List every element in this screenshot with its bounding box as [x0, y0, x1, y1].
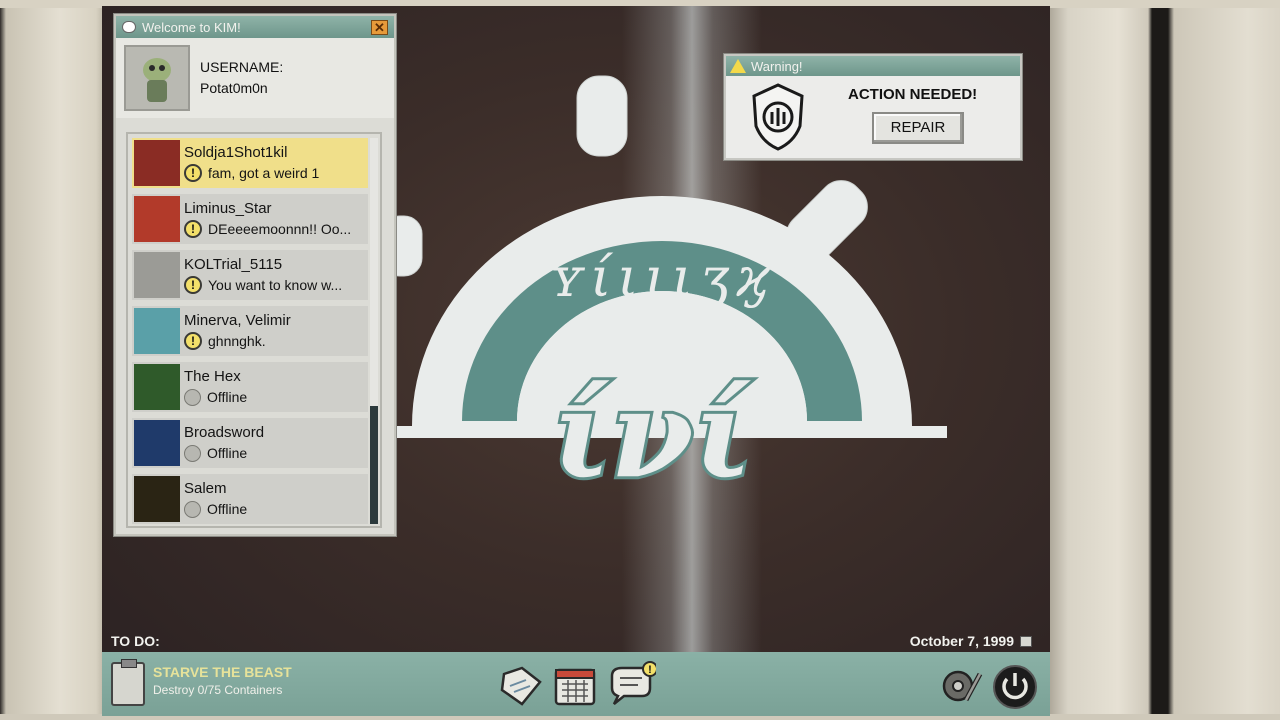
- avatar[interactable]: [124, 45, 190, 111]
- new-message-alert-icon: !: [184, 276, 202, 294]
- repair-button[interactable]: REPAIR: [872, 112, 964, 144]
- task-subtitle: Destroy 0/75 Containers: [153, 683, 283, 697]
- contact-item[interactable]: Broadsword Offline: [132, 418, 368, 468]
- contact-name: Salem: [184, 480, 227, 497]
- task-title: STARVE THE BEAST: [153, 664, 292, 680]
- offline-status-icon: [184, 388, 201, 406]
- logo-top-text: ʏίιιιʒϗ: [549, 246, 775, 309]
- chat-icon[interactable]: !: [606, 660, 656, 710]
- contact-item[interactable]: Soldja1Shot1kil! fam, got a weird 1: [132, 138, 368, 188]
- settings-tools-icon[interactable]: [936, 660, 986, 710]
- kim-messenger-window[interactable]: Welcome to KIM! ✕ USERNAME: Potat0m0n So…: [114, 14, 396, 536]
- contact-name: Minerva, Velimir: [184, 312, 291, 329]
- date-label: October 7, 1999: [909, 633, 1014, 649]
- power-icon[interactable]: [990, 660, 1040, 710]
- new-message-alert-icon: !: [184, 332, 202, 350]
- offline-status-icon: [184, 500, 201, 518]
- contact-status-text: ghnnghk.: [208, 333, 266, 349]
- kim-title-bar[interactable]: Welcome to KIM! ✕: [116, 16, 394, 38]
- user-profile: USERNAME: Potat0m0n: [116, 38, 394, 118]
- map-icon[interactable]: [496, 660, 546, 710]
- warning-heading: ACTION NEEDED!: [848, 86, 978, 103]
- offline-status-icon: [184, 444, 201, 462]
- contact-status-text: You want to know w...: [208, 277, 343, 293]
- user-avatar-icon: [143, 58, 171, 102]
- calendar-small-icon: [1020, 636, 1032, 647]
- new-message-alert-icon: !: [184, 164, 202, 182]
- contact-item[interactable]: KOLTrial_5115! You want to know w...: [132, 250, 368, 300]
- contact-item[interactable]: Minerva, Velimir! ghnnghk.: [132, 306, 368, 356]
- contact-list[interactable]: Soldja1Shot1kil! fam, got a weird 1 Liminu…: [126, 132, 382, 528]
- contact-avatar: [134, 420, 180, 466]
- todo-label: TO DO:: [111, 633, 160, 649]
- kim-window-title: Welcome to KIM!: [142, 19, 241, 35]
- svg-text:!: !: [648, 664, 652, 676]
- contact-avatar: [134, 140, 180, 186]
- warning-title: Warning!: [751, 58, 803, 74]
- taskbar: STARVE THE BEAST Destroy 0/75 Containers…: [102, 652, 1050, 716]
- contact-status-text: DEeeeemoonnn!! Oo...: [208, 221, 352, 237]
- close-button[interactable]: ✕: [371, 19, 388, 35]
- contact-status-text: Offline: [207, 389, 248, 405]
- logo-center-text: ίνί: [552, 364, 751, 505]
- desktop-screen: ʏίιιιʒϗ ίνί Welcome to KIM! ✕ USERNAME: …: [102, 6, 1050, 716]
- contact-avatar: [134, 196, 180, 242]
- monitor-bezel-right: [1048, 0, 1280, 720]
- monitor-bezel-left: [0, 0, 104, 720]
- contact-name: Liminus_Star: [184, 200, 272, 217]
- username-value: Potat0m0n: [200, 80, 268, 96]
- chat-bubble-icon: [122, 21, 136, 33]
- scrollbar-thumb[interactable]: [370, 406, 378, 524]
- contact-avatar: [134, 252, 180, 298]
- contact-item[interactable]: Liminus_Star! DEeeeemoonnn!! Oo...: [132, 194, 368, 244]
- warning-window[interactable]: Warning! ACTION NEEDED! REPAIR: [724, 54, 1022, 160]
- contact-avatar: [134, 308, 180, 354]
- calendar-icon[interactable]: [550, 660, 600, 710]
- contact-name: The Hex: [184, 368, 241, 385]
- clipboard-icon[interactable]: [111, 659, 145, 706]
- contact-name: Soldja1Shot1kil: [184, 144, 288, 161]
- contact-avatar: [134, 364, 180, 410]
- contact-status-text: Offline: [207, 445, 248, 461]
- warning-triangle-icon: [730, 59, 746, 73]
- contact-status-text: Offline: [207, 501, 248, 517]
- contact-item[interactable]: The Hex Offline: [132, 362, 368, 412]
- contact-name: Broadsword: [184, 424, 265, 441]
- contact-item[interactable]: Salem Offline: [132, 474, 368, 524]
- username-label: USERNAME:: [200, 59, 284, 75]
- contact-name: KOLTrial_5115: [184, 256, 283, 273]
- warning-title-bar[interactable]: Warning!: [726, 56, 1020, 76]
- contact-status-text: fam, got a weird 1: [208, 165, 320, 181]
- contact-avatar: [134, 476, 180, 522]
- shield-icon: [752, 83, 804, 151]
- new-message-alert-icon: !: [184, 220, 202, 238]
